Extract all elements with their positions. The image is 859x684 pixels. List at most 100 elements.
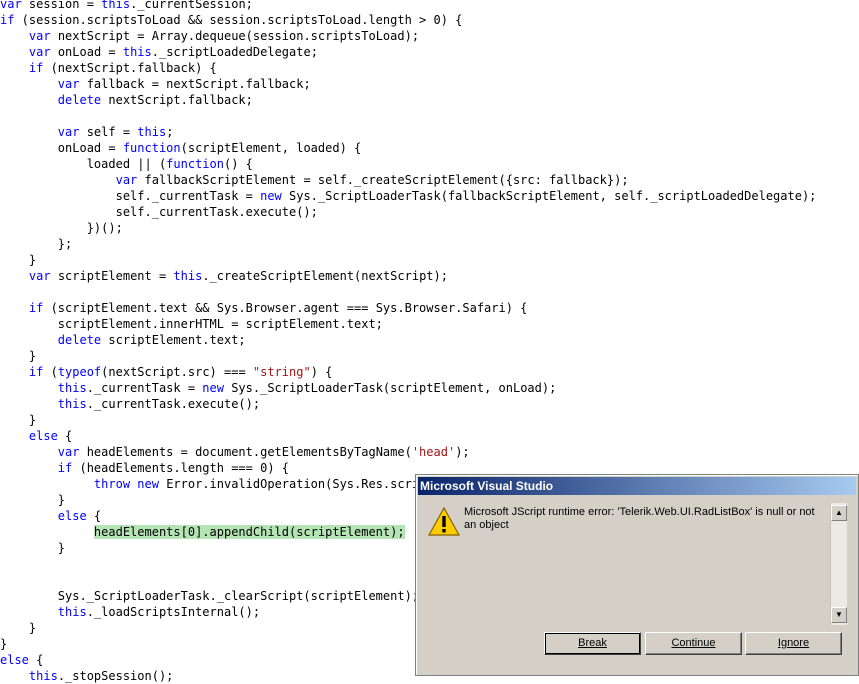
code-keyword: this: [137, 125, 167, 139]
error-dialog: Microsoft Visual Studio Microsoft JScrip…: [415, 474, 859, 676]
code-text: (headElements.length === 0) {: [72, 461, 289, 475]
code-keyword: var: [57, 77, 80, 91]
code-keyword: var: [28, 45, 51, 59]
code-keyword: this: [173, 269, 203, 283]
code-keyword: this: [122, 45, 152, 59]
code-keyword: else: [57, 509, 87, 523]
code-keyword: else: [0, 653, 29, 667]
code-keyword: var: [28, 29, 51, 43]
code-text: }: [0, 621, 37, 635]
code-line: self._currentTask = new Sys._ScriptLoade…: [0, 188, 859, 204]
code-text: Sys._ScriptLoaderTask(fallbackScriptElem…: [281, 189, 817, 203]
code-line: if (session.scriptsToLoad && session.scr…: [0, 12, 859, 28]
code-line: })();: [0, 220, 859, 236]
code-text: }: [0, 253, 37, 267]
code-text: (nextScript.src) ===: [101, 365, 253, 379]
code-text: headElements = document.getElementsByTag…: [79, 445, 412, 459]
code-text: () {: [223, 157, 253, 171]
code-line: var onLoad = this._scriptLoadedDelegate;: [0, 44, 859, 60]
code-keyword: else: [28, 429, 58, 443]
code-line: var fallbackScriptElement = self._create…: [0, 172, 859, 188]
code-keyword: this: [57, 397, 87, 411]
ignore-button[interactable]: Ignore: [745, 632, 842, 655]
code-line: if (scriptElement.text && Sys.Browser.ag…: [0, 300, 859, 316]
error-message: Microsoft JScript runtime error: 'Teleri…: [464, 506, 815, 531]
code-text: ._currentTask =: [86, 381, 203, 395]
code-text: ;: [166, 125, 174, 139]
code-text: ._stopSession();: [57, 669, 174, 683]
continue-button[interactable]: Continue: [645, 632, 742, 655]
code-line: }: [0, 348, 859, 364]
code-line: this._currentTask.execute();: [0, 396, 859, 412]
code-keyword: delete: [57, 93, 102, 107]
code-line: var nextScript = Array.dequeue(session.s…: [0, 28, 859, 44]
code-text: ._scriptLoadedDelegate;: [151, 45, 318, 59]
code-keyword: new: [260, 189, 282, 203]
code-text: loaded || (: [0, 157, 167, 171]
code-text: })();: [0, 221, 123, 235]
code-text: nextScript = Array.dequeue(session.scrip…: [50, 29, 420, 43]
code-text: ._currentTask.execute();: [86, 397, 261, 411]
code-line: var self = this;: [0, 124, 859, 140]
code-keyword: throw: [93, 477, 131, 491]
code-text: self =: [79, 125, 138, 139]
code-keyword: this: [28, 669, 58, 683]
code-line: if (nextScript.fallback) {: [0, 60, 859, 76]
current-statement-highlight: headElements[0].appendChild(scriptElemen…: [93, 525, 405, 539]
code-keyword: function: [122, 141, 181, 155]
code-text: {: [57, 429, 73, 443]
code-keyword: new: [202, 381, 224, 395]
code-keyword: if: [57, 461, 73, 475]
code-line: delete nextScript.fallback;: [0, 92, 859, 108]
scroll-up-button[interactable]: ▲: [831, 505, 847, 521]
dialog-title: Microsoft Visual Studio: [420, 479, 554, 493]
dialog-titlebar[interactable]: Microsoft Visual Studio: [418, 477, 856, 495]
message-scrollbar[interactable]: ▲ ▼: [830, 503, 847, 625]
break-button[interactable]: Break: [544, 632, 641, 655]
code-line: else {: [0, 428, 859, 444]
code-line: this._currentTask = new Sys._ScriptLoade…: [0, 380, 859, 396]
code-text: }: [0, 493, 66, 507]
code-string: 'head': [411, 445, 456, 459]
code-keyword: if: [28, 61, 44, 75]
code-keyword: var: [57, 125, 80, 139]
code-text: fallback = nextScript.fallback;: [79, 77, 311, 91]
code-text: }: [0, 349, 37, 363]
code-text: ) {: [310, 365, 333, 379]
scroll-down-button[interactable]: ▼: [831, 607, 847, 623]
code-text: ._currentSession;: [130, 0, 253, 11]
code-line: var fallback = nextScript.fallback;: [0, 76, 859, 92]
code-keyword: if: [28, 301, 44, 315]
code-text: onLoad =: [0, 141, 123, 155]
code-keyword: var: [28, 269, 51, 283]
code-text: };: [0, 237, 73, 251]
code-line: self._currentTask.execute();: [0, 204, 859, 220]
code-text: Sys._ScriptLoaderTask(scriptElement, onL…: [223, 381, 557, 395]
code-keyword: this: [57, 381, 87, 395]
code-text: Sys._ScriptLoaderTask._clearScript(scrip…: [0, 589, 420, 603]
code-text: (nextScript.fallback) {: [43, 61, 217, 75]
code-text: self._currentTask =: [0, 189, 261, 203]
warning-icon: [428, 507, 460, 536]
code-line: delete scriptElement.text;: [0, 332, 859, 348]
code-text: }: [0, 637, 8, 651]
code-keyword: if: [0, 13, 15, 27]
code-keyword: var: [115, 173, 138, 187]
